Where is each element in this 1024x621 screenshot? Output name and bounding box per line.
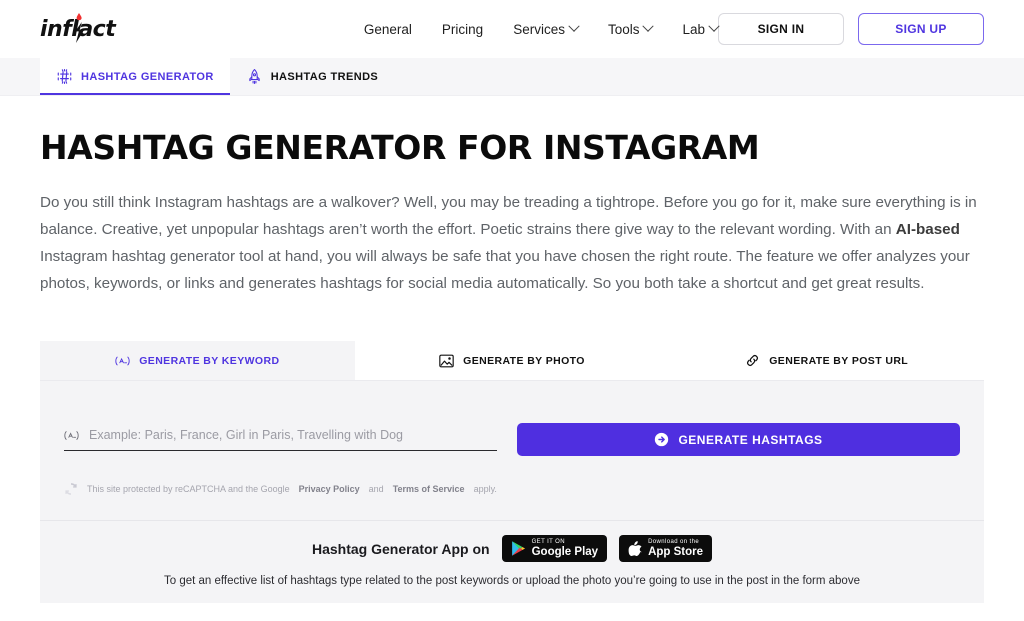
sub-nav: HASHTAG GENERATOR HASHTAG TRENDS bbox=[0, 58, 1024, 96]
recaptcha-text-middle: and bbox=[368, 484, 384, 494]
photo-image-icon bbox=[439, 354, 454, 367]
tab-label: GENERATE BY PHOTO bbox=[463, 354, 585, 367]
app-store-big: App Store bbox=[648, 545, 704, 558]
recaptcha-terms-link[interactable]: Terms of Service bbox=[393, 484, 465, 494]
logo[interactable]: inflact bbox=[40, 13, 129, 44]
recaptcha-icon bbox=[65, 483, 77, 495]
google-play-badge[interactable]: GET IT ON Google Play bbox=[501, 535, 608, 562]
recaptcha-notice: This site protected by reCAPTCHA and the… bbox=[64, 482, 960, 496]
lightning-bolt-drop-icon bbox=[75, 13, 84, 43]
nav-label: Tools bbox=[607, 21, 640, 37]
intro-text-part2: Instagram hashtag generator tool at hand… bbox=[40, 248, 970, 292]
intro-paragraph: Do you still think Instagram hashtags ar… bbox=[40, 189, 984, 297]
main-content: HASHTAG GENERATOR FOR INSTAGRAM Do you s… bbox=[0, 128, 1024, 297]
intro-text-part1: Do you still think Instagram hashtags ar… bbox=[40, 194, 977, 238]
app-bar-label: Hashtag Generator App on bbox=[311, 540, 490, 557]
tab-label: GENERATE BY POST URL bbox=[769, 354, 909, 367]
generate-button-label: GENERATE HASHTAGS bbox=[678, 432, 823, 447]
chevron-down-icon bbox=[568, 20, 580, 32]
auth-buttons: SIGN IN SIGN UP bbox=[718, 13, 984, 45]
chevron-down-icon bbox=[642, 20, 655, 32]
tab-generate-by-post-url[interactable]: GENERATE BY POST URL bbox=[669, 341, 984, 380]
rocket-icon bbox=[248, 69, 260, 84]
app-bar-note: To get an effective list of hashtags typ… bbox=[164, 575, 860, 587]
form-row: GENERATE HASHTAGS bbox=[64, 423, 960, 456]
tab-generate-by-photo[interactable]: GENERATE BY PHOTO bbox=[355, 341, 670, 380]
keyword-text-icon bbox=[115, 356, 130, 365]
subnav-label: HASHTAG TRENDS bbox=[270, 70, 379, 83]
recaptcha-privacy-policy-link[interactable]: Privacy Policy bbox=[299, 484, 360, 494]
app-store-small: Download on the bbox=[648, 539, 700, 546]
hashtag-generator-widget: GENERATE BY KEYWORD GENERATE BY PHOTO GE… bbox=[40, 341, 984, 520]
recaptcha-text-after: apply. bbox=[473, 484, 497, 494]
site-header: inflact General Pricing Services Tools L… bbox=[0, 0, 1024, 58]
keyword-input-wrap[interactable] bbox=[64, 428, 497, 451]
recaptcha-text-before: This site protected by reCAPTCHA and the… bbox=[87, 484, 290, 494]
subnav-item-hashtag-generator[interactable]: HASHTAG GENERATOR bbox=[40, 58, 230, 95]
apple-icon bbox=[628, 541, 643, 556]
sign-in-button[interactable]: SIGN IN bbox=[718, 13, 844, 45]
arrow-right-circle-icon bbox=[655, 432, 669, 447]
nav-item-pricing[interactable]: Pricing bbox=[442, 22, 483, 37]
google-play-text: GET IT ON Google Play bbox=[532, 539, 598, 557]
intro-bold-term: AI-based bbox=[895, 221, 960, 238]
app-store-badge[interactable]: Download on the App Store bbox=[619, 535, 713, 562]
widget-tabs: GENERATE BY KEYWORD GENERATE BY PHOTO GE… bbox=[40, 341, 984, 381]
tab-label: GENERATE BY KEYWORD bbox=[139, 354, 280, 367]
google-play-big: Google Play bbox=[531, 545, 599, 558]
nav-label: Pricing bbox=[441, 21, 484, 37]
widget-form: GENERATE HASHTAGS This site protected by… bbox=[40, 381, 984, 520]
keyword-text-icon bbox=[64, 430, 79, 440]
nav-item-lab[interactable]: Lab bbox=[682, 20, 720, 37]
link-chain-icon bbox=[747, 355, 759, 366]
generate-hashtags-button[interactable]: GENERATE HASHTAGS bbox=[517, 423, 960, 456]
sign-up-button[interactable]: SIGN UP bbox=[858, 13, 984, 45]
main-nav: General Pricing Services Tools Lab bbox=[364, 20, 720, 37]
page-title: HASHTAG GENERATOR FOR INSTAGRAM bbox=[40, 128, 760, 167]
hashtag-sparkle-icon bbox=[57, 68, 72, 85]
app-badges-row: Hashtag Generator App on GET IT ON Googl… bbox=[40, 535, 984, 562]
nav-item-general[interactable]: General bbox=[364, 22, 412, 37]
nav-item-tools[interactable]: Tools bbox=[607, 20, 655, 37]
nav-label: Services bbox=[513, 21, 565, 37]
subnav-item-hashtag-trends[interactable]: HASHTAG TRENDS bbox=[230, 58, 394, 95]
keyword-input[interactable] bbox=[89, 428, 497, 442]
nav-label: General bbox=[363, 21, 412, 37]
subnav-label: HASHTAG GENERATOR bbox=[81, 70, 214, 83]
nav-item-services[interactable]: Services bbox=[513, 20, 580, 37]
nav-label: Lab bbox=[682, 21, 705, 37]
google-play-icon bbox=[511, 541, 525, 556]
tab-generate-by-keyword[interactable]: GENERATE BY KEYWORD bbox=[40, 341, 355, 380]
app-store-text: Download on the App Store bbox=[648, 539, 703, 557]
app-download-bar: Hashtag Generator App on GET IT ON Googl… bbox=[40, 520, 984, 603]
